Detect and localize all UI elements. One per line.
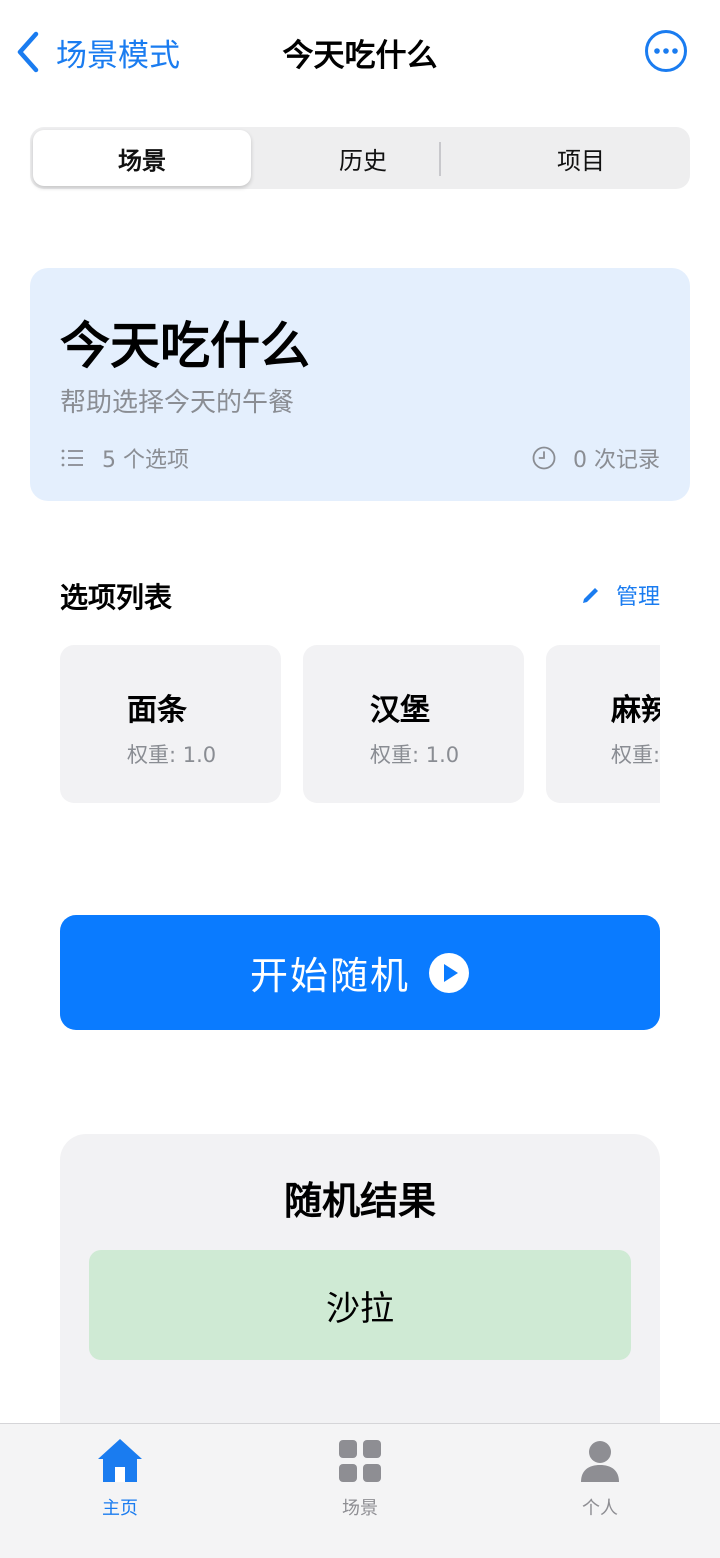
random-result-card: 随机结果 沙拉 — [60, 1134, 660, 1464]
grid-icon — [339, 1440, 381, 1482]
navigation-bar: 场景模式 今天吃什么 — [0, 0, 720, 104]
option-weight: 权重: 1.0 — [370, 743, 460, 767]
manage-button-label: 管理 — [615, 585, 660, 610]
scene-description: 帮助选择今天的午餐 — [60, 388, 295, 418]
list-icon — [61, 449, 83, 467]
start-random-label: 开始随机 — [249, 954, 410, 998]
more-options-icon[interactable] — [644, 29, 688, 73]
result-value-box: 沙拉 — [89, 1250, 631, 1360]
tab-bar: 主页 场景 个人 — [0, 1423, 720, 1558]
option-name: 麻辣 — [611, 693, 660, 728]
manage-button[interactable]: 管理 — [580, 579, 660, 611]
tab-home-label: 主页 — [102, 1498, 138, 1519]
result-value: 沙拉 — [326, 1288, 394, 1329]
tab-home[interactable]: 主页 — [60, 1436, 180, 1536]
segment-scene-label: 场景 — [118, 146, 166, 175]
play-circle-icon — [429, 952, 469, 993]
segmented-control: 场景 历史 项目 — [30, 127, 690, 189]
option-weight: 权重: 1.0 — [611, 743, 660, 767]
option-card[interactable]: 面条 权重: 1.0 — [60, 645, 281, 803]
scene-title: 今天吃什么 — [60, 317, 310, 375]
segment-divider — [439, 142, 441, 176]
person-icon — [581, 1441, 619, 1482]
pencil-icon — [582, 588, 598, 603]
option-card[interactable]: 汉堡 权重: 1.0 — [303, 645, 524, 803]
segment-items-label: 项目 — [557, 146, 605, 175]
home-icon — [98, 1439, 142, 1482]
segment-history-label: 历史 — [339, 146, 387, 175]
records-count-meta: 0 次记录 — [531, 442, 660, 474]
tab-scene[interactable]: 场景 — [300, 1436, 420, 1536]
options-section-title: 选项列表 — [60, 581, 173, 614]
option-name: 汉堡 — [370, 693, 430, 728]
tab-scene-label: 场景 — [342, 1498, 378, 1519]
options-count-meta: 5 个选项 — [60, 442, 189, 474]
page-title: 今天吃什么 — [282, 38, 438, 74]
option-name: 面条 — [127, 693, 187, 728]
segment-items[interactable]: 项目 — [472, 127, 690, 189]
clock-icon — [532, 446, 556, 470]
option-card[interactable]: 麻辣 权重: 1.0 — [546, 645, 660, 803]
result-title: 随机结果 — [283, 1179, 436, 1223]
scene-summary-card: 今天吃什么 帮助选择今天的午餐 5 个选项 0 次记录 — [30, 268, 690, 501]
tab-profile[interactable]: 个人 — [540, 1436, 660, 1536]
segment-scene[interactable]: 场景 — [33, 130, 251, 186]
options-carousel[interactable]: 面条 权重: 1.0 汉堡 权重: 1.0 麻辣 权重: 1.0 — [60, 645, 660, 805]
tab-profile-label: 个人 — [582, 1498, 618, 1519]
records-count: 0 次记录 — [573, 448, 660, 473]
start-random-button[interactable]: 开始随机 — [60, 915, 660, 1030]
options-count: 5 个选项 — [102, 448, 189, 473]
option-weight: 权重: 1.0 — [127, 743, 217, 767]
